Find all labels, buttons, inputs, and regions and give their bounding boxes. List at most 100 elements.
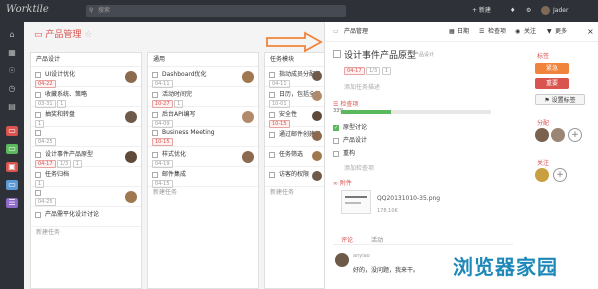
task-checkbox[interactable] [152, 91, 158, 98]
task-card[interactable]: 安全性 10-15 [265, 107, 324, 128]
search-input[interactable]: ⚲ 搜索 [86, 5, 346, 17]
task-checkbox[interactable] [35, 129, 41, 136]
task-card[interactable]: 任务归档 1 [31, 167, 141, 188]
assignee-avatar[interactable] [125, 151, 137, 163]
task-card[interactable]: 04-25 [31, 127, 141, 147]
task-checkbox[interactable] [35, 91, 41, 98]
task-checkbox[interactable] [269, 131, 275, 138]
attachment-filename[interactable]: QQ20131010-35.png [377, 195, 440, 202]
task-card[interactable]: 通过邮件创建任务 [265, 127, 324, 147]
task-checkbox[interactable] [152, 111, 158, 118]
tab-activity[interactable]: 活动 [371, 235, 383, 244]
task-checkbox[interactable] [35, 211, 41, 218]
commenter-avatar[interactable] [335, 253, 349, 267]
watch-action[interactable]: 关注 [524, 22, 536, 42]
task-checkbox[interactable] [269, 111, 275, 118]
assignee-avatar[interactable] [312, 131, 322, 141]
task-checkbox[interactable] [35, 111, 41, 118]
task-card[interactable]: UI设计优化 04-22 [31, 67, 141, 88]
assignee-avatar[interactable] [125, 111, 137, 123]
add-check-link[interactable]: 添加检查项 [344, 163, 374, 172]
task-checkbox[interactable] [269, 151, 275, 158]
checklist-checkbox[interactable] [333, 150, 339, 157]
project-green-icon[interactable]: ▭ [6, 144, 18, 154]
task-checkbox[interactable] [269, 91, 275, 98]
task-checkbox[interactable] [269, 171, 275, 178]
tag-urgent[interactable]: 紧急 [535, 63, 569, 74]
due-date-badge[interactable]: 04-17 [344, 67, 365, 75]
user-avatar[interactable] [541, 6, 550, 15]
add-watcher-button[interactable]: + [553, 168, 567, 182]
calendar-icon[interactable]: ▦ [6, 48, 18, 58]
assignee-avatar[interactable] [312, 171, 322, 181]
task-card[interactable]: 活动时间完 10-27 1 [148, 87, 258, 108]
app-logo[interactable]: Worktile [6, 4, 49, 15]
project-red-icon[interactable]: ▭ [6, 126, 18, 136]
task-card[interactable]: 邮件集成 04-15 [148, 167, 258, 188]
user-name[interactable]: Jader [553, 5, 568, 17]
new-task-link[interactable]: 新建任务 [148, 187, 258, 199]
task-card[interactable]: 日历，包括全部日历，任务在日历的10-01 [265, 87, 324, 108]
assignee-avatar[interactable] [242, 151, 254, 163]
task-checkbox[interactable] [152, 171, 158, 178]
close-icon[interactable]: × [587, 22, 594, 42]
assignee-avatar[interactable] [242, 71, 254, 83]
breadcrumb[interactable]: 产品管理 [344, 22, 368, 42]
task-checkbox[interactable] [35, 171, 41, 178]
watch-action-icon[interactable]: ◉ [515, 22, 520, 42]
task-card[interactable]: 抽奖和转盘 1 [31, 107, 141, 128]
task-checkbox[interactable] [35, 71, 41, 78]
task-card[interactable]: 设计事件产品原型 04-17 1/3 1 [31, 147, 141, 168]
checklist-item[interactable]: 产品设计 [333, 134, 367, 147]
settings-icon[interactable]: ⚙ [526, 5, 531, 17]
assignee-avatar[interactable] [535, 128, 549, 142]
assignee-avatar[interactable] [551, 128, 565, 142]
task-card[interactable]: 样式优化 04-19 [148, 147, 258, 168]
task-checkbox[interactable] [152, 129, 158, 136]
project-purple-icon[interactable]: ☰ [6, 198, 18, 208]
task-card[interactable]: 指动成员分配任务04-11 [265, 67, 324, 88]
attachment-thumbnail[interactable] [341, 190, 371, 214]
new-task-link[interactable]: 新建任务 [31, 227, 141, 239]
tab-comments[interactable]: 评论 [341, 235, 353, 244]
task-checkbox[interactable] [152, 71, 158, 78]
checklist-action-icon[interactable]: ☰ [479, 22, 484, 42]
clock-icon[interactable]: ◷ [6, 84, 18, 94]
assignee-avatar[interactable] [312, 91, 322, 101]
assignee-avatar[interactable] [312, 71, 322, 81]
task-card[interactable]: 产品需平化设计讨论 [31, 207, 141, 227]
task-card[interactable]: 04-25 [31, 187, 141, 207]
project-image-icon[interactable]: ▣ [6, 162, 18, 172]
task-card[interactable]: 任务筛选 [265, 147, 324, 167]
task-card[interactable]: 收藏系统、策略 03-31 1 [31, 87, 141, 108]
home-icon[interactable]: ⌂ [6, 30, 18, 40]
checklist-checkbox[interactable]: ✓ [333, 124, 339, 131]
more-action[interactable]: 更多 [555, 22, 567, 42]
assignee-avatar[interactable] [312, 111, 322, 121]
task-complete-checkbox[interactable] [333, 50, 341, 58]
assignee-avatar[interactable] [125, 191, 137, 203]
task-card[interactable]: 后台API编写 04-09 [148, 107, 258, 128]
task-card[interactable]: 访客的权限 [265, 167, 324, 187]
more-action-icon[interactable]: ▼ [547, 22, 552, 42]
new-task-link[interactable]: 新建任务 [265, 187, 324, 199]
checklist-checkbox[interactable] [333, 137, 339, 144]
task-title[interactable]: 设计事件产品原型 [344, 48, 416, 61]
inbox-icon[interactable]: ▤ [6, 102, 18, 112]
checklist-action[interactable]: 检查项 [488, 22, 506, 42]
compass-icon[interactable]: ☉ [6, 66, 18, 76]
task-checkbox[interactable] [269, 71, 275, 78]
task-checkbox[interactable] [35, 189, 41, 196]
tag-important[interactable]: 重要 [535, 78, 569, 89]
task-card[interactable]: Dashboard优化 04-11 [148, 67, 258, 88]
watcher-avatar[interactable] [535, 168, 549, 182]
star-icon[interactable]: ☆ [84, 30, 92, 40]
assignee-avatar[interactable] [312, 151, 322, 161]
bell-icon[interactable]: ♦ [510, 5, 515, 17]
add-assignee-button[interactable]: + [568, 128, 582, 142]
date-action[interactable]: 日期 [457, 22, 469, 42]
checklist-item[interactable]: 重构 [333, 147, 367, 160]
task-card[interactable]: Business Meeting 10-15 [148, 127, 258, 147]
new-button[interactable]: + 新建 [472, 5, 491, 17]
set-tags-button[interactable]: ⚑ 设置标签 [535, 94, 585, 105]
